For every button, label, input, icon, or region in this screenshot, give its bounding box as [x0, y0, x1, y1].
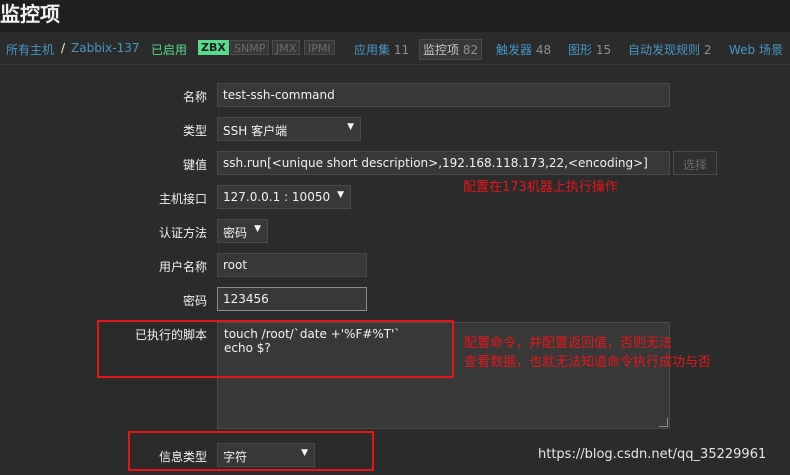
tab-triggers-label: 触发器	[496, 43, 533, 57]
title-bar: 监控项	[0, 0, 790, 32]
chevron-down-icon: ▼	[254, 224, 261, 234]
chevron-down-icon: ▼	[347, 122, 354, 132]
annotation-note-script-1: 配置命令，并配置返回值，否则无法	[464, 336, 673, 351]
password-label: 密码	[182, 294, 207, 308]
host-status-enabled[interactable]: 已启用	[151, 41, 187, 58]
badge-zbx: ZBX	[198, 40, 229, 55]
interface-select[interactable]: 127.0.0.1 : 10050 ▼	[217, 185, 351, 209]
host-nav-bar: 所有主机 / Zabbix-137 已启用 ZBX SNMP JMX IPMI …	[0, 32, 790, 65]
tab-applications-label: 应用集	[354, 43, 391, 57]
badge-jmx: JMX	[272, 40, 301, 55]
breadcrumb-all-hosts[interactable]: 所有主机	[6, 41, 54, 58]
page-title: 监控项	[0, 2, 60, 26]
auth-method-value: 密码	[223, 226, 248, 240]
tab-items-label: 监控项	[423, 43, 460, 57]
annotation-note-host: 配置在173机器上执行操作	[463, 180, 618, 195]
type-select-value: SSH 客户端	[223, 124, 288, 138]
tab-items-count: 82	[462, 43, 479, 57]
select-key-button[interactable]: 选择	[673, 151, 718, 175]
username-label: 用户名称	[158, 260, 207, 274]
tab-discovery-count: 2	[703, 43, 712, 57]
tab-discovery-rules[interactable]: 自动发现规则 2	[628, 41, 711, 58]
username-input[interactable]: root	[217, 253, 367, 277]
resize-handle-icon[interactable]	[659, 418, 668, 427]
name-input[interactable]: test-ssh-command	[217, 83, 670, 107]
auth-method-label: 认证方法	[158, 226, 207, 240]
annotation-note-script-2: 查看数据，也就无法知道命令执行成功与否	[464, 355, 712, 370]
auth-method-select[interactable]: 密码 ▼	[217, 219, 268, 243]
tab-discovery-label: 自动发现规则	[628, 43, 701, 57]
breadcrumb-separator: /	[61, 41, 66, 55]
badge-ipmi: IPMI	[304, 40, 335, 55]
tab-graphs-count: 15	[595, 43, 612, 57]
interface-label: 主机接口	[158, 192, 207, 206]
annotation-box-info-type	[128, 431, 374, 471]
annotation-box-script	[97, 320, 454, 378]
interface-select-value: 127.0.0.1 : 10050	[223, 190, 331, 204]
tab-items[interactable]: 监控项 82	[419, 39, 483, 60]
tab-applications-count: 11	[393, 43, 410, 57]
tab-applications[interactable]: 应用集 11	[354, 41, 409, 58]
type-select[interactable]: SSH 客户端 ▼	[217, 117, 361, 141]
key-label: 键值	[182, 158, 207, 172]
password-input[interactable]: 123456	[217, 287, 367, 311]
tab-triggers[interactable]: 触发器 48	[496, 41, 551, 58]
name-label: 名称	[182, 90, 207, 104]
tab-triggers-count: 48	[535, 43, 552, 57]
badge-snmp: SNMP	[230, 40, 270, 55]
type-label: 类型	[182, 124, 207, 138]
breadcrumb-host[interactable]: Zabbix-137	[71, 41, 139, 55]
chevron-down-icon: ▼	[337, 190, 344, 200]
tab-web-scenarios[interactable]: Web 场景	[729, 41, 783, 58]
key-input[interactable]: ssh.run[<unique short description>,192.1…	[217, 151, 670, 175]
watermark: https://blog.csdn.net/qq_35229961	[538, 447, 767, 462]
tab-graphs[interactable]: 图形 15	[568, 41, 611, 58]
tab-graphs-label: 图形	[568, 43, 593, 57]
